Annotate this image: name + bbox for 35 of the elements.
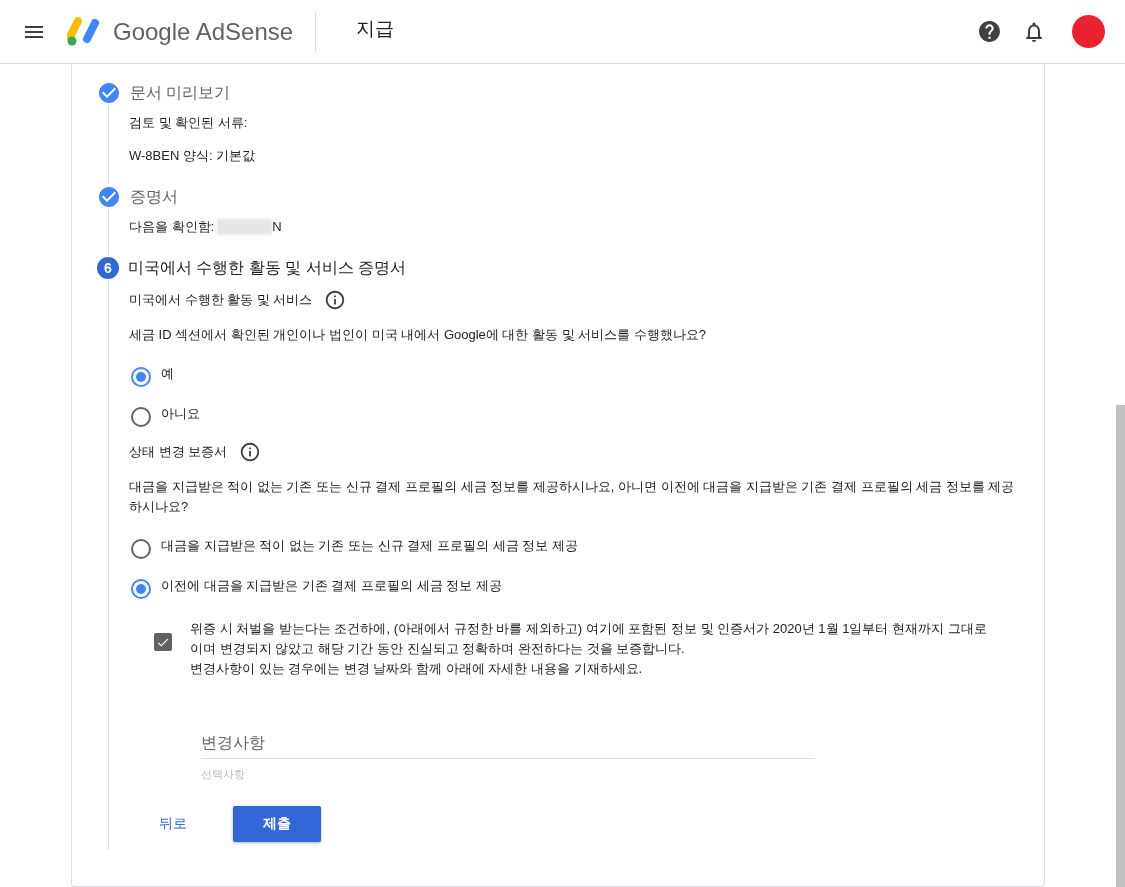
attestation-text: 위증 시 처벌을 받는다는 조건하에, (아래에서 규정한 바를 제외하고) 여기에 포함된 정보 및 인증서가 2020년 1월 1일부터 현재까지 그대로이며 변경되지 않았고 해당 기간 동안 진실되고 정확하며 완전하다는 것을 보증합니다. — [190, 620, 988, 658]
step-title: 증명서 — [130, 186, 178, 207]
field-hint: 선택사항 — [201, 767, 246, 782]
scrollbar-thumb[interactable] — [1116, 405, 1125, 887]
product-name: Google AdSense — [113, 17, 294, 46]
info-icon[interactable] — [239, 441, 262, 463]
step-detail: W-8BEN 양식: 기본값 — [129, 147, 256, 165]
step-title: 미국에서 수행한 활동 및 서비스 증명서 — [128, 257, 407, 278]
checkbox[interactable] — [154, 633, 172, 651]
step-detail: 검토 및 확인된 서류: — [129, 114, 248, 132]
step-title: 문서 미리보기 — [130, 82, 231, 103]
option-label: 대금을 지급받은 적이 없는 기존 또는 신규 결제 프로필의 세금 정보 제공 — [161, 537, 578, 555]
question-text: 세금 ID 섹션에서 확인된 개인이나 법인이 미국 내에서 Google에 대한 활동 및 서비스를 수행했나요? — [129, 326, 708, 344]
option-label: 이전에 대금을 지급받은 기존 결제 프로필의 세금 정보 제공 — [161, 577, 502, 595]
radio-button[interactable] — [131, 407, 151, 427]
info-icon[interactable] — [324, 289, 347, 311]
radio-button[interactable] — [131, 367, 151, 387]
avatar[interactable] — [1072, 15, 1105, 48]
input-field[interactable]: 변경사항 — [201, 733, 815, 759]
option-label: 예 — [161, 365, 174, 383]
redacted-value — [217, 219, 273, 235]
attestation-text: 변경사항이 있는 경우에는 변경 날짜와 함께 아래에 자세한 내용을 기재하세요. — [190, 660, 644, 678]
help-icon[interactable] — [977, 19, 1002, 44]
radio-button[interactable] — [131, 539, 151, 559]
section-title: 상태 변경 보증서 — [129, 443, 228, 461]
radio-button[interactable] — [131, 579, 151, 599]
step-detail: 다음을 확인함: — [129, 218, 215, 236]
option-label: 아니요 — [161, 405, 200, 423]
page-title: 지급 — [356, 16, 395, 41]
submit-button[interactable]: 제출 — [233, 806, 321, 842]
back-link[interactable]: 뒤로 — [159, 815, 187, 833]
step-number: 6 — [97, 257, 119, 279]
section-title: 미국에서 수행한 활동 및 서비스 — [129, 291, 313, 309]
question-text: 대금을 지급받은 적이 없는 기존 또는 신규 결제 프로필의 세금 정보를 제공하시나요, 아니면 이전에 대금을 지급받은 기존 결제 프로필의 세금 정보를 제공하시나요? — [129, 478, 1016, 516]
value-end: N — [272, 218, 282, 236]
